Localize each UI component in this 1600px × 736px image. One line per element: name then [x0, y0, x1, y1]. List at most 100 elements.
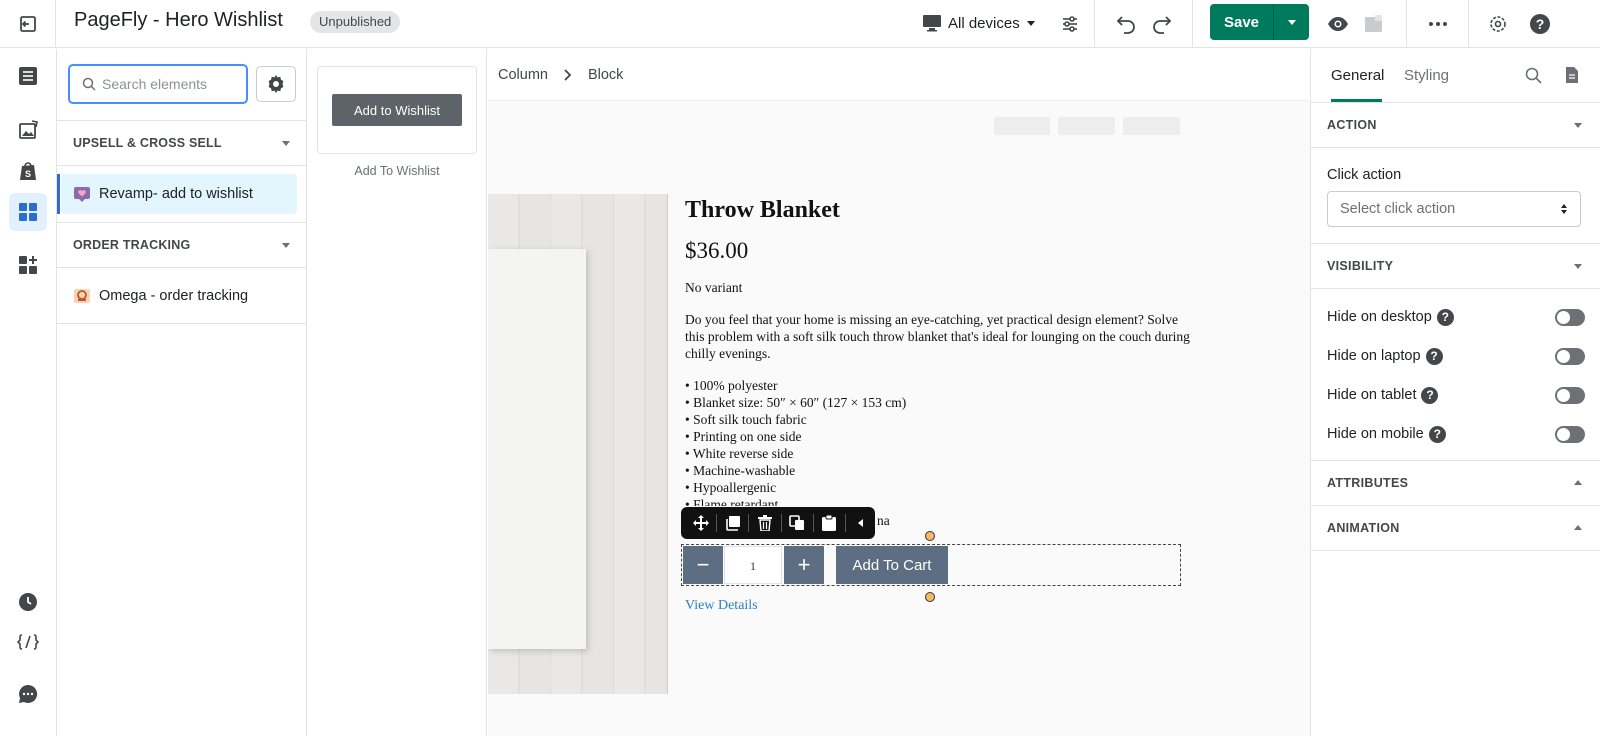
- apps-add-icon: [19, 256, 37, 274]
- tab-styling[interactable]: Styling: [1404, 67, 1449, 84]
- attributes-section-title: ATTRIBUTES: [1327, 476, 1409, 490]
- help-icon[interactable]: ?: [1428, 425, 1446, 443]
- help-button[interactable]: ?: [1524, 8, 1556, 40]
- page-title[interactable]: PageFly - Hero Wishlist: [74, 9, 283, 32]
- hide-tablet-row: Hide on tablet?: [1327, 383, 1585, 407]
- preview-button[interactable]: [1322, 8, 1354, 40]
- tab-general[interactable]: General: [1331, 67, 1384, 84]
- hide-mobile-label: Hide on mobile: [1327, 426, 1424, 442]
- product-image[interactable]: [488, 194, 668, 694]
- view-details-link[interactable]: View Details: [685, 598, 758, 614]
- panel-settings-button[interactable]: [256, 66, 296, 102]
- clipboard-icon: [822, 515, 837, 531]
- rail-add-apps[interactable]: [9, 246, 47, 284]
- save-group: Save: [1210, 4, 1309, 40]
- resize-handle-top[interactable]: [925, 531, 935, 541]
- breadcrumb-block[interactable]: Block: [588, 67, 623, 83]
- add-to-cart-row[interactable]: − 1 + Add To Cart: [681, 544, 1181, 586]
- section-order-tracking-title: ORDER TRACKING: [73, 238, 191, 252]
- caret-up-icon: [1574, 480, 1582, 485]
- hide-desktop-toggle[interactable]: [1555, 308, 1585, 326]
- rail-shopify[interactable]: S: [9, 152, 47, 190]
- bullet-item: • Printing on one side: [685, 429, 802, 444]
- settings-sliders-button[interactable]: [1054, 8, 1086, 40]
- action-section-title: ACTION: [1327, 118, 1377, 132]
- inspector-search-button[interactable]: [1525, 67, 1542, 89]
- gear-icon: [268, 75, 284, 93]
- hide-mobile-row: Hide on mobile?: [1327, 422, 1585, 446]
- list-item-revamp-wishlist[interactable]: Revamp- add to wishlist: [57, 165, 307, 223]
- caret-left-icon: [858, 519, 864, 527]
- bullet-fragment: na: [877, 513, 890, 528]
- settings-button[interactable]: [1482, 8, 1514, 40]
- hide-laptop-toggle[interactable]: [1555, 347, 1585, 365]
- help-icon[interactable]: ?: [1436, 308, 1454, 326]
- caret-down-icon: [282, 243, 290, 248]
- copy-button[interactable]: [783, 507, 810, 539]
- animation-section-header[interactable]: ANIMATION: [1311, 506, 1600, 551]
- gear-icon: [1490, 16, 1506, 32]
- rail-history[interactable]: [9, 583, 47, 621]
- device-selector-label: All devices: [948, 14, 1020, 32]
- search-input[interactable]: [102, 76, 242, 92]
- add-to-wishlist-preview-button[interactable]: Add to Wishlist: [332, 94, 462, 126]
- list-item-omega-tracking[interactable]: Omega - order tracking: [57, 267, 307, 325]
- inspector-document-button[interactable]: [1565, 66, 1579, 89]
- hide-mobile-toggle[interactable]: [1555, 425, 1585, 443]
- bullet-item: • White reverse side: [685, 446, 794, 461]
- rail-pages[interactable]: [9, 57, 47, 95]
- quantity-input[interactable]: 1: [724, 546, 782, 584]
- bullet-item: • Machine-washable: [685, 463, 796, 478]
- elements-panel: UPSELL & CROSS SELL Revamp- add to wishl…: [57, 49, 307, 736]
- caret-down-icon: [1026, 21, 1035, 26]
- product-title[interactable]: Throw Blanket: [685, 197, 840, 224]
- search-box[interactable]: [68, 64, 248, 104]
- quantity-decrease-button[interactable]: −: [683, 546, 723, 584]
- visibility-section-header[interactable]: VISIBILITY: [1311, 244, 1600, 289]
- svg-text:S: S: [25, 169, 31, 179]
- breadcrumb-column[interactable]: Column: [498, 67, 548, 83]
- collapse-toolbar-button[interactable]: [848, 507, 875, 539]
- save-button[interactable]: Save: [1210, 4, 1273, 40]
- resize-handle-bottom[interactable]: [925, 592, 935, 602]
- help-icon[interactable]: ?: [1425, 347, 1443, 365]
- help-icon: ?: [1530, 14, 1550, 34]
- redo-icon: [1153, 16, 1172, 34]
- publish-button[interactable]: [1358, 8, 1390, 40]
- click-action-select[interactable]: Select click action: [1327, 191, 1581, 227]
- top-bar: PageFly - Hero Wishlist Unpublished All …: [0, 0, 1600, 48]
- rail-elements[interactable]: [9, 193, 47, 231]
- preview-card[interactable]: Add to Wishlist: [317, 66, 477, 154]
- sliders-icon: [1063, 16, 1077, 32]
- redo-button[interactable]: [1146, 8, 1178, 40]
- delete-button[interactable]: [751, 507, 778, 539]
- exit-button[interactable]: [0, 0, 56, 48]
- action-section-header[interactable]: ACTION: [1311, 103, 1600, 148]
- more-icon: [1429, 22, 1447, 26]
- product-variant[interactable]: No variant: [685, 280, 742, 296]
- undo-button[interactable]: [1110, 8, 1142, 40]
- help-icon[interactable]: ?: [1421, 386, 1439, 404]
- product-price[interactable]: $36.00: [685, 238, 748, 264]
- duplicate-button[interactable]: [719, 507, 746, 539]
- rail-media[interactable]: [9, 111, 47, 149]
- quantity-increase-button[interactable]: +: [784, 546, 824, 584]
- placeholder-bar: [1058, 117, 1115, 135]
- rail-code[interactable]: [9, 623, 47, 661]
- visibility-section-title: VISIBILITY: [1327, 259, 1394, 273]
- product-description[interactable]: Do you feel that your home is missing an…: [685, 311, 1195, 362]
- add-to-cart-button[interactable]: Add To Cart: [836, 546, 948, 584]
- more-button[interactable]: [1422, 8, 1454, 40]
- device-selector[interactable]: All devices: [922, 8, 1036, 38]
- bullet-item: • Flame retardant: [685, 497, 779, 506]
- product-bullets[interactable]: • 100% polyester • Blanket size: 50″ × 6…: [685, 377, 906, 506]
- move-icon: [692, 515, 709, 531]
- hide-tablet-toggle[interactable]: [1555, 386, 1585, 404]
- save-options-button[interactable]: [1273, 4, 1309, 40]
- move-button[interactable]: [687, 507, 714, 539]
- section-upsell-header[interactable]: UPSELL & CROSS SELL: [57, 120, 307, 166]
- paste-button[interactable]: [816, 507, 843, 539]
- section-order-tracking-header[interactable]: ORDER TRACKING: [57, 222, 307, 268]
- attributes-section-header[interactable]: ATTRIBUTES: [1311, 461, 1600, 506]
- rail-chat[interactable]: [9, 675, 47, 713]
